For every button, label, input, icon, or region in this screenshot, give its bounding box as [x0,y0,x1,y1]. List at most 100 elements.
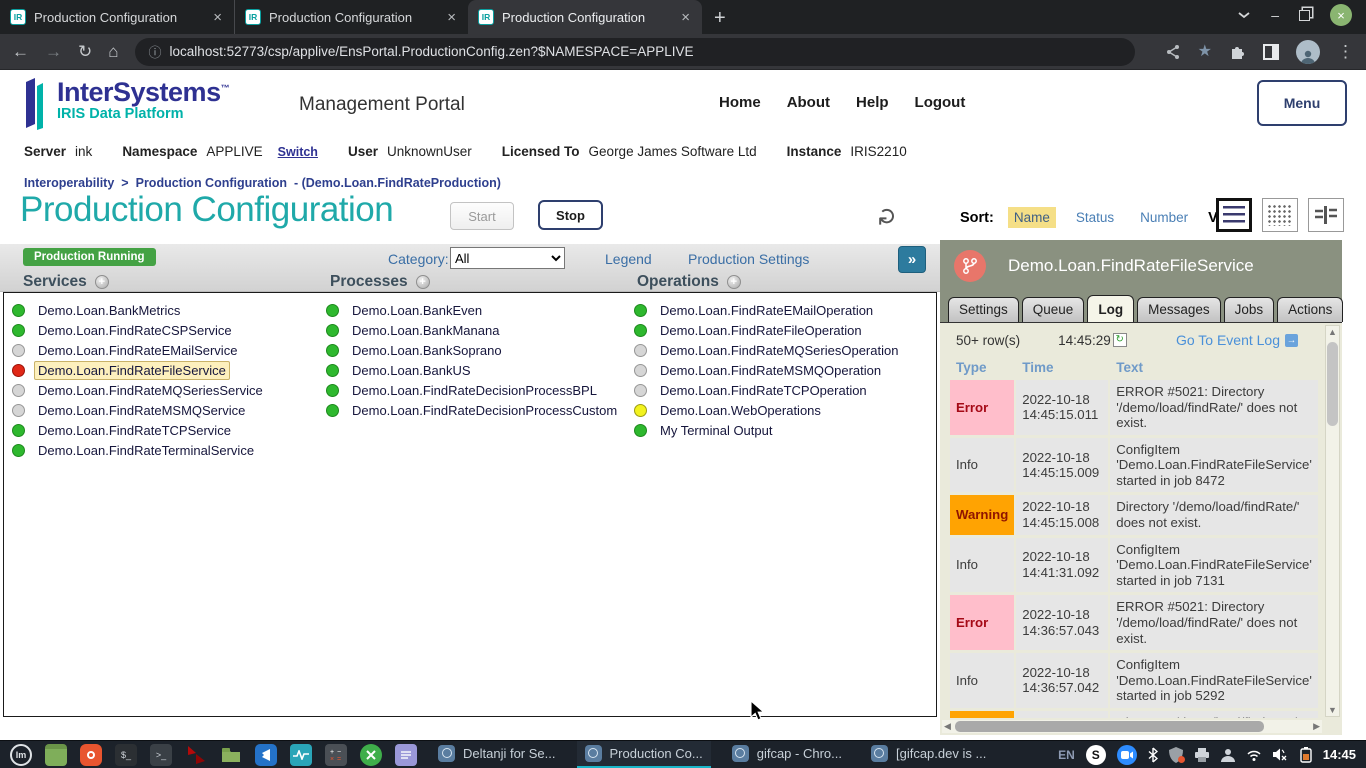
folder-icon[interactable] [220,744,242,766]
taskbar-window-button[interactable]: gifcap - Chro... [724,741,850,768]
grid-view-icon[interactable] [1262,198,1298,232]
log-row[interactable]: Error 2022-10-18 14:36:57.043 ERROR #502… [950,595,1318,650]
top-nav-link[interactable]: Logout [915,94,966,111]
scroll-left-icon[interactable]: ◀ [944,720,951,733]
wifi-icon[interactable] [1246,749,1262,761]
detail-tab[interactable]: Actions [1277,297,1343,322]
scroll-down-icon[interactable]: ▼ [1326,705,1339,715]
add-process-icon[interactable]: + [416,275,430,289]
battery-icon[interactable] [1300,747,1312,763]
volume-muted-icon[interactable] [1273,748,1289,761]
language-indicator[interactable]: EN [1058,748,1075,762]
stop-button[interactable]: Stop [538,200,603,230]
detail-tab[interactable]: Jobs [1224,297,1275,322]
breadcrumb-interoperability[interactable]: Interoperability [24,176,114,190]
config-item[interactable]: Demo.Loan.BankUS [326,360,621,380]
browser-tab[interactable]: IR Production Configuration × [0,0,234,34]
home-icon[interactable]: ⌂ [108,43,118,60]
detail-tab[interactable]: Messages [1137,297,1221,322]
config-item[interactable]: Demo.Loan.WebOperations [634,400,902,420]
taskbar-window-button[interactable]: [gifcap.dev is ... [863,741,994,768]
config-item[interactable]: Demo.Loan.BankSoprano [326,340,621,360]
browser-menu-icon[interactable]: ⋮ [1337,43,1354,60]
config-item[interactable]: Demo.Loan.FindRateFileService [12,360,267,380]
detail-tab[interactable]: Log [1087,295,1134,322]
config-item[interactable]: Demo.Loan.FindRateEMailService [12,340,267,360]
browser-tab[interactable]: IR Production Configuration × [234,0,468,34]
config-item[interactable]: Demo.Loan.FindRateMQSeriesService [12,380,267,400]
mint-menu-icon[interactable]: lm [10,744,32,766]
config-item[interactable]: Demo.Loan.FindRateEMailOperation [634,300,902,320]
red-chevrons-icon[interactable] [185,744,207,766]
extensions-puzzle-icon[interactable] [1229,43,1246,60]
vertical-scrollbar[interactable]: ▲ ▼ [1325,325,1340,717]
scroll-up-icon[interactable]: ▲ [1326,327,1339,337]
tab-close-icon[interactable]: × [679,9,692,26]
skype-icon[interactable]: S [1086,745,1106,765]
sort-option[interactable]: Number [1134,207,1194,228]
log-header-text[interactable]: Text [1110,358,1318,377]
category-select[interactable]: All [450,247,565,269]
config-item[interactable]: Demo.Loan.FindRateTCPService [12,420,267,440]
taskbar-window-button[interactable]: Production Co... [577,741,711,768]
top-nav-link[interactable]: About [787,94,830,111]
minimize-icon[interactable]: – [1271,8,1279,22]
log-row[interactable]: Info 2022-10-18 14:41:31.092 ConfigItem … [950,538,1318,593]
calculator-icon[interactable]: +−×= [325,744,347,766]
printer-icon[interactable] [1194,748,1210,762]
profile-avatar[interactable] [1296,40,1320,64]
config-item[interactable]: Demo.Loan.BankMetrics [12,300,267,320]
reload-icon[interactable]: ↻ [78,43,92,60]
tab-search-chevron-icon[interactable] [1237,11,1251,19]
horizontal-scrollbar[interactable]: ◀ ▶ [942,720,1322,733]
top-nav-link[interactable]: Help [856,94,889,111]
log-header-time[interactable]: Time [1016,358,1108,377]
config-item[interactable]: Demo.Loan.FindRateTCPOperation [634,380,902,400]
config-item[interactable]: Demo.Loan.FindRateDecisionProcessBPL [326,380,621,400]
log-row[interactable]: Info 2022-10-18 14:45:15.009 ConfigItem … [950,438,1318,493]
vertical-scroll-thumb[interactable] [1327,342,1338,426]
forward-icon[interactable]: → [45,43,62,60]
address-bar[interactable]: ⓘ localhost:52773/csp/applive/EnsPortal.… [135,38,1135,66]
config-item[interactable]: Demo.Loan.BankEven [326,300,621,320]
refresh-log-icon[interactable]: ↻ [1113,333,1127,347]
side-panel-icon[interactable] [1263,44,1279,60]
log-row[interactable]: Warning 2022-10-18 14:36:57.041 Director… [950,711,1318,718]
share-icon[interactable] [1165,44,1181,60]
green-x-icon[interactable] [360,744,382,766]
menu-button[interactable]: Menu [1257,80,1347,126]
go-to-event-log-link[interactable]: Go To Event Log → [1176,332,1298,348]
start-button[interactable]: Start [450,202,514,230]
refresh-icon[interactable]: ↻ [874,206,903,226]
bluetooth-icon[interactable] [1148,747,1158,763]
config-item[interactable]: Demo.Loan.FindRateDecisionProcessCustom [326,400,621,420]
terminal-icon[interactable]: $_ [115,744,137,766]
log-row[interactable]: Info 2022-10-18 14:36:57.042 ConfigItem … [950,653,1318,708]
tab-close-icon[interactable]: × [211,9,224,26]
shield-icon[interactable] [1169,747,1183,763]
top-nav-link[interactable]: Home [719,94,761,111]
log-row[interactable]: Error 2022-10-18 14:45:15.011 ERROR #502… [950,380,1318,435]
sort-option[interactable]: Name [1008,207,1056,228]
site-info-icon[interactable]: ⓘ [149,42,162,61]
new-tab-button[interactable]: + [702,7,738,34]
back-icon[interactable]: ← [12,43,29,60]
bookmark-star-icon[interactable]: ★ [1198,44,1212,60]
flame-icon[interactable] [80,744,102,766]
config-item[interactable]: Demo.Loan.FindRateMSMQService [12,400,267,420]
production-settings-link[interactable]: Production Settings [688,251,809,267]
waveform-monitor-icon[interactable] [290,744,312,766]
scroll-right-icon[interactable]: ▶ [1313,720,1320,733]
log-row[interactable]: Warning 2022-10-18 14:45:15.008 Director… [950,495,1318,534]
config-item[interactable]: My Terminal Output [634,420,902,440]
tab-close-icon[interactable]: × [445,9,458,26]
close-window-icon[interactable]: × [1330,4,1352,26]
zoom-camera-icon[interactable] [1117,745,1137,765]
add-service-icon[interactable]: + [95,275,109,289]
split-view-icon[interactable] [1308,198,1344,232]
document-lines-icon[interactable] [395,744,417,766]
restore-icon[interactable] [1299,10,1310,21]
terminal-alt-icon[interactable]: >_ [150,744,172,766]
user-icon[interactable] [1221,748,1235,762]
add-operation-icon[interactable]: + [727,275,741,289]
